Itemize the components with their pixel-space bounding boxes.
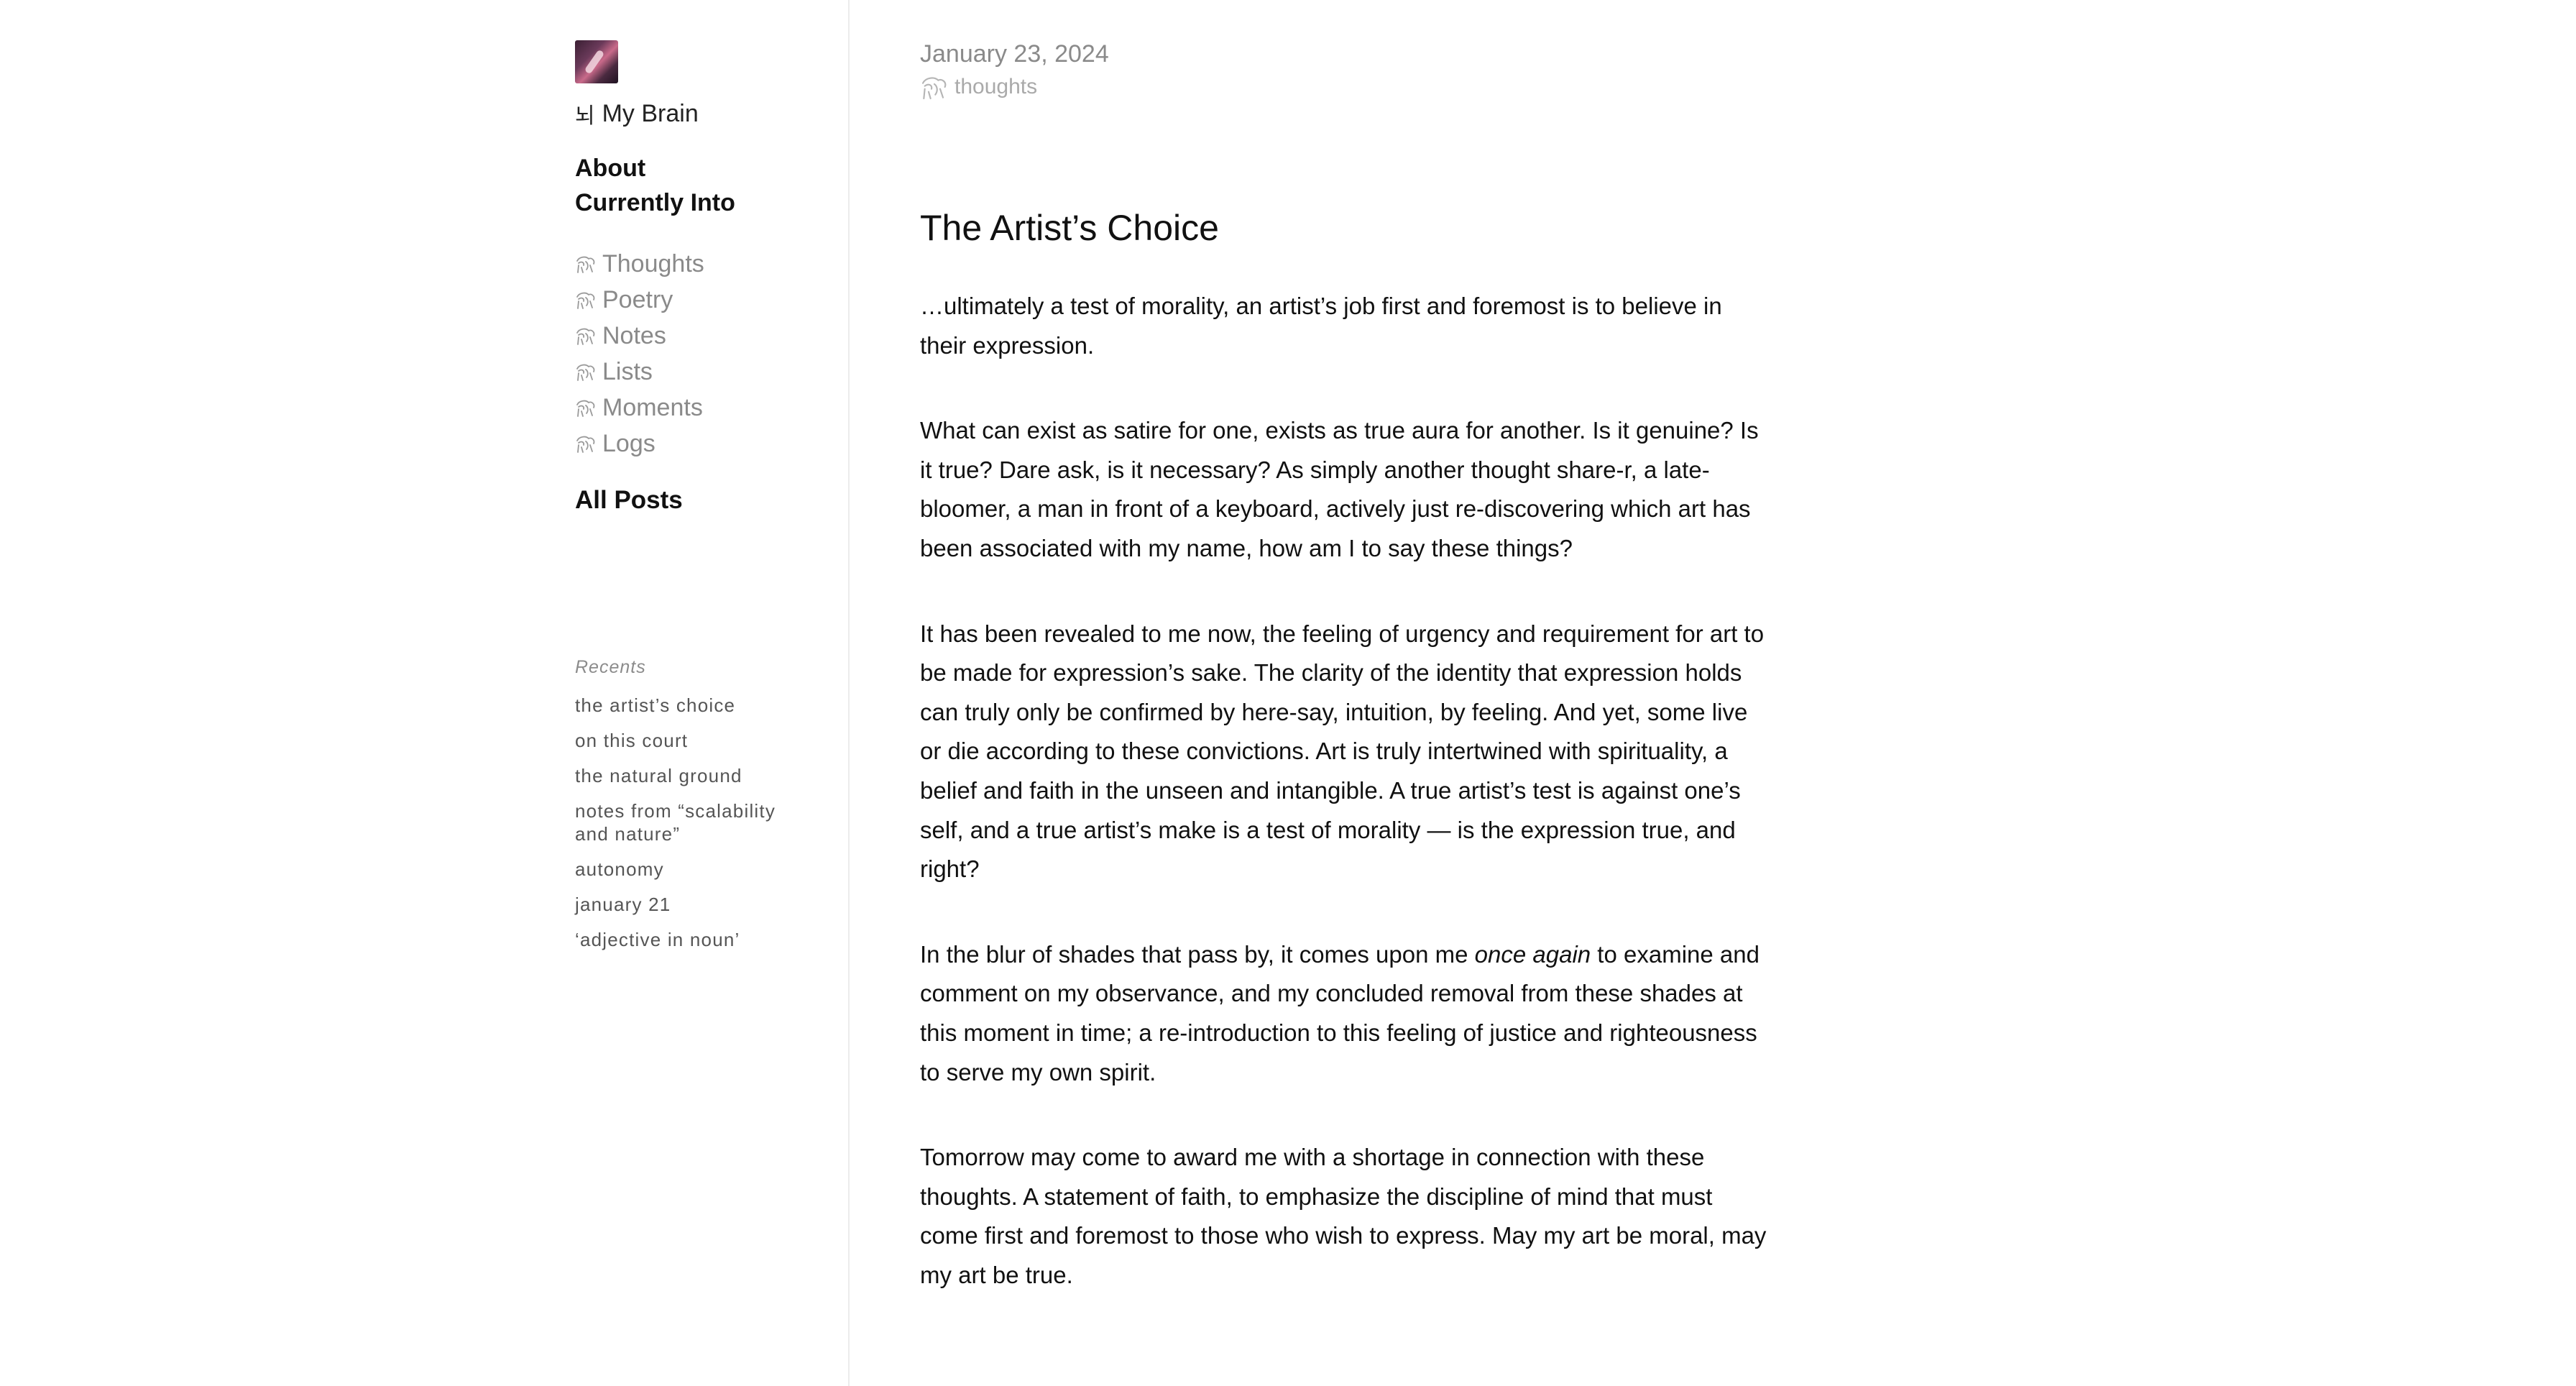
- recent-post-link[interactable]: autonomy: [575, 858, 776, 881]
- post-date: January 23, 2024: [920, 40, 1109, 68]
- category-thoughts[interactable]: Thoughts: [575, 246, 834, 282]
- recent-post-link[interactable]: january 21: [575, 893, 776, 916]
- nav-currently-into-link[interactable]: Currently Into: [575, 185, 834, 220]
- recent-post-link[interactable]: the artist’s choice: [575, 694, 776, 717]
- recents-section: Recents the artist’s choice on this cour…: [575, 657, 834, 951]
- brain-doodle-icon: [575, 289, 597, 311]
- post-tag-label: thoughts: [954, 75, 1038, 98]
- recent-post-link[interactable]: on this court: [575, 729, 776, 752]
- category-label: Logs: [602, 430, 656, 457]
- paragraph-text: In the blur of shades that pass by, it c…: [920, 940, 1475, 968]
- category-label: Poetry: [602, 286, 673, 313]
- category-label: Notes: [602, 322, 666, 349]
- post-paragraph: It has been revealed to me now, the feel…: [920, 620, 1765, 883]
- brain-doodle-icon: [575, 397, 597, 418]
- post-tag-link[interactable]: thoughts: [920, 73, 1768, 101]
- brain-doodle-icon: [575, 433, 597, 454]
- recent-post-link[interactable]: ‘adjective in noun’: [575, 928, 776, 951]
- main-nav: About Currently Into: [575, 151, 834, 220]
- category-logs[interactable]: Logs: [575, 426, 834, 462]
- category-lists[interactable]: Lists: [575, 354, 834, 390]
- post-paragraph: What can exist as satire for one, exists…: [920, 417, 1759, 561]
- recent-post-link[interactable]: the natural ground: [575, 764, 776, 787]
- category-moments[interactable]: Moments: [575, 390, 834, 426]
- brand-label: My Brain: [602, 99, 699, 127]
- brain-doodle-icon: [920, 73, 949, 101]
- post-paragraph: In the blur of shades that pass by, it c…: [920, 935, 1768, 1092]
- brain-doodle-icon: [575, 325, 597, 346]
- category-poetry[interactable]: Poetry: [575, 282, 834, 318]
- post-body: …ultimately a test of morality, an artis…: [920, 287, 1768, 1295]
- category-label: Moments: [602, 394, 703, 421]
- all-posts-link[interactable]: All Posts: [575, 486, 834, 515]
- category-label: Lists: [602, 358, 653, 385]
- post-content: January 23, 2024 thoughts The Artist’s C…: [920, 40, 1768, 1341]
- recent-post-link[interactable]: notes from “scalability and nature”: [575, 799, 776, 845]
- post-paragraph: …ultimately a test of morality, an artis…: [920, 293, 1722, 359]
- nav-about-link[interactable]: About: [575, 151, 834, 185]
- post-paragraph: Tomorrow may come to award me with a sho…: [920, 1144, 1767, 1288]
- category-notes[interactable]: Notes: [575, 318, 834, 354]
- post-title: The Artist’s Choice: [920, 208, 1219, 248]
- brain-doodle-icon: [575, 253, 597, 275]
- category-nav: Thoughts Poetry Notes Lists Moments Logs: [575, 246, 834, 462]
- category-label: Thoughts: [602, 250, 704, 277]
- recents-heading: Recents: [575, 657, 646, 677]
- avatar[interactable]: [575, 40, 618, 83]
- site-brand-link[interactable]: 뇌 My Brain: [575, 98, 834, 129]
- emphasis-text: once again: [1474, 940, 1591, 968]
- brand-glyph: 뇌: [575, 104, 595, 129]
- sidebar-content: 뇌 My Brain About Currently Into Thoughts…: [575, 40, 834, 963]
- brain-doodle-icon: [575, 361, 597, 382]
- sidebar: 뇌 My Brain About Currently Into Thoughts…: [0, 0, 850, 1386]
